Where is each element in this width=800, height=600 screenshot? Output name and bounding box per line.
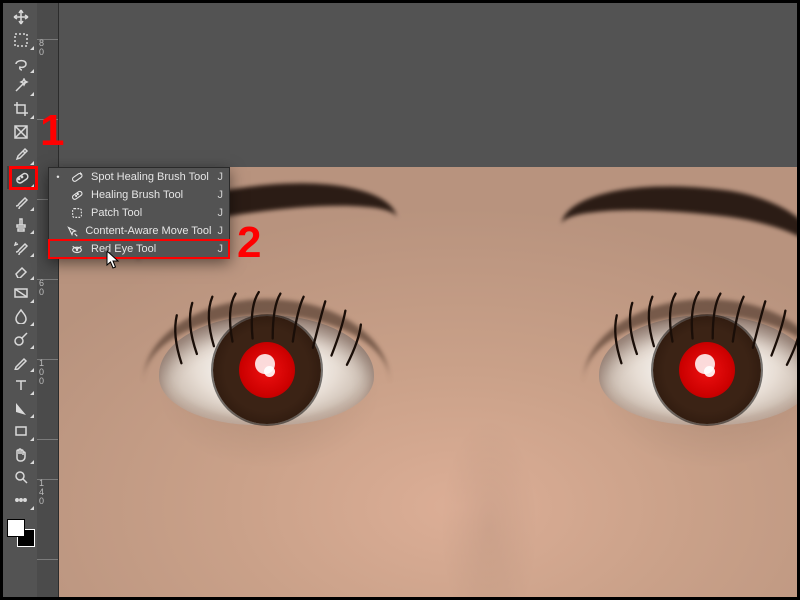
ruler-tick: 100 — [37, 359, 58, 387]
flyout-item-shortcut: J — [218, 225, 224, 237]
red-eye-tool-item[interactable]: Red Eye ToolJ — [49, 240, 229, 258]
red-eye-icon — [69, 241, 85, 257]
flyout-item-shortcut: J — [218, 207, 224, 219]
annotation-box-1 — [9, 166, 38, 190]
mouse-cursor-icon — [106, 250, 120, 270]
flyout-item-shortcut: J — [218, 189, 224, 201]
lasso-tool[interactable] — [7, 51, 35, 74]
healing-tool-flyout: •Spot Healing Brush ToolJHealing Brush T… — [48, 167, 230, 259]
patch-tool-item[interactable]: Patch Tool J — [49, 204, 229, 222]
vertical-ruler: 80 60 100 140 — [37, 3, 59, 597]
selected-check-icon: • — [53, 172, 63, 182]
zoom-tool[interactable] — [7, 465, 35, 488]
horizontal-type-tool[interactable] — [7, 373, 35, 396]
quick-selection-tool[interactable] — [7, 74, 35, 97]
ruler-tick: 140 — [37, 479, 58, 507]
flyout-item-label: Spot Healing Brush Tool — [91, 171, 212, 183]
move-arrows-icon — [65, 223, 79, 239]
frame-tool[interactable] — [7, 120, 35, 143]
gradient-tool[interactable] — [7, 281, 35, 304]
flyout-item-shortcut: J — [218, 171, 224, 183]
hand-tool[interactable] — [7, 442, 35, 465]
flyout-item-label: Healing Brush Tool — [91, 189, 212, 201]
bandaid-icon — [69, 187, 85, 203]
flyout-item-label: Patch Tool — [91, 207, 212, 219]
blur-tool[interactable] — [7, 304, 35, 327]
move-tool[interactable] — [7, 5, 35, 28]
bandaid-sparkle-icon — [69, 169, 85, 185]
crop-tool[interactable] — [7, 97, 35, 120]
eraser-tool[interactable] — [7, 258, 35, 281]
flyout-item-shortcut: J — [218, 243, 224, 255]
clone-stamp-tool[interactable] — [7, 212, 35, 235]
healing-brush-tool-item[interactable]: Healing Brush Tool J — [49, 186, 229, 204]
rectangle-tool[interactable] — [7, 419, 35, 442]
ruler-tick: 80 — [37, 39, 58, 58]
eye-right — [599, 315, 797, 425]
brush-tool[interactable] — [7, 189, 35, 212]
annotation-number-1: 1 — [40, 109, 64, 153]
rectangular-marquee-tool[interactable] — [7, 28, 35, 51]
eye-left — [159, 315, 374, 425]
ruler-tick — [37, 559, 58, 560]
annotation-number-2: 2 — [237, 221, 261, 265]
pen-tool[interactable] — [7, 350, 35, 373]
nose-shadow — [409, 397, 569, 597]
eyedropper-tool[interactable] — [7, 143, 35, 166]
edit-toolbar[interactable] — [7, 488, 35, 511]
dodge-tool[interactable] — [7, 327, 35, 350]
ruler-tick: 60 — [37, 279, 58, 298]
path-selection-tool[interactable] — [7, 396, 35, 419]
tools-palette — [7, 5, 35, 547]
history-brush-tool[interactable] — [7, 235, 35, 258]
spot-healing-brush-tool-item[interactable]: • Spot Healing Brush Tool J — [49, 168, 229, 186]
color-swatches[interactable] — [7, 519, 35, 547]
eyebrow-right — [560, 173, 797, 260]
foreground-swatch[interactable] — [7, 519, 25, 537]
flyout-item-label: Content-Aware Move Tool — [85, 225, 211, 237]
content-aware-move-tool-item[interactable]: Content-Aware Move Tool J — [49, 222, 229, 240]
patch-icon — [69, 205, 85, 221]
ruler-tick — [37, 439, 58, 440]
